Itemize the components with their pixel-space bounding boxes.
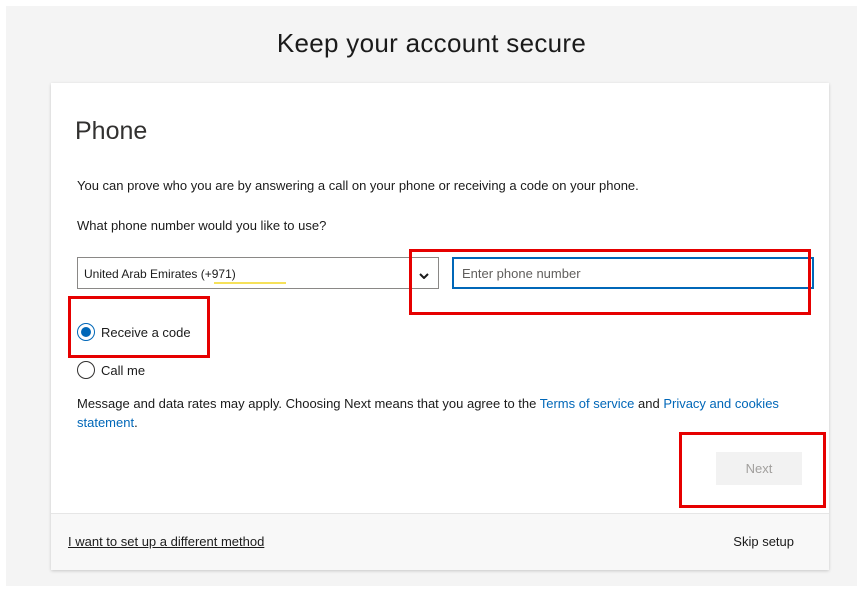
- receive-code-radio[interactable]: [77, 323, 95, 341]
- call-me-radio[interactable]: [77, 361, 95, 379]
- chevron-down-icon[interactable]: [419, 273, 429, 279]
- setup-card: Phone You can prove who you are by answe…: [51, 83, 829, 570]
- receive-code-label: Receive a code: [101, 324, 191, 340]
- country-code-select[interactable]: United Arab Emirates (+971): [77, 257, 439, 289]
- legal-and: and: [634, 396, 664, 411]
- country-select-value: United Arab Emirates (+971): [84, 267, 236, 281]
- section-heading: Phone: [75, 117, 148, 145]
- different-method-link[interactable]: I want to set up a different method: [68, 534, 264, 549]
- terms-of-service-link[interactable]: Terms of service: [540, 396, 635, 411]
- call-me-option[interactable]: Call me: [77, 359, 145, 381]
- legal-prefix: Message and data rates may apply. Choosi…: [77, 396, 540, 411]
- method-description: You can prove who you are by answering a…: [77, 178, 639, 193]
- legal-suffix: .: [134, 415, 138, 430]
- highlight-underline: [214, 282, 286, 284]
- legal-notice: Message and data rates may apply. Choosi…: [77, 394, 807, 432]
- phone-question: What phone number would you like to use?: [77, 218, 327, 233]
- call-me-label: Call me: [101, 362, 146, 378]
- receive-code-option[interactable]: Receive a code: [77, 321, 191, 343]
- skip-setup-link[interactable]: Skip setup: [733, 534, 794, 549]
- phone-number-input[interactable]: [452, 257, 814, 289]
- page-title: Keep your account secure: [276, 28, 587, 58]
- next-button[interactable]: Next: [716, 452, 802, 485]
